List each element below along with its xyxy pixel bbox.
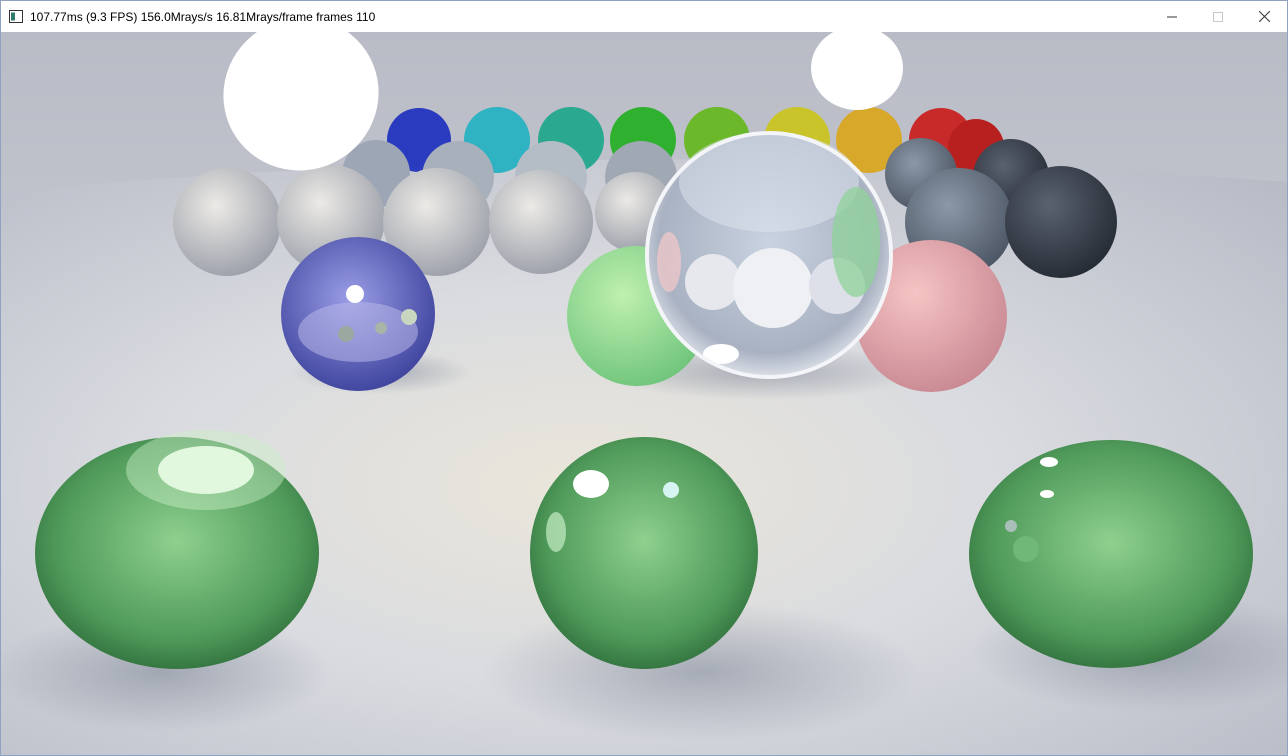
- blue-glass-sphere: [281, 237, 435, 391]
- app-window: 107.77ms (9.3 FPS) 156.0Mrays/s 16.81Mra…: [0, 0, 1288, 756]
- close-icon: [1258, 11, 1270, 22]
- front-center-green-glass: [530, 437, 758, 669]
- minimize-button[interactable]: [1149, 1, 1195, 32]
- raytraced-scene: [1, 32, 1287, 755]
- close-button[interactable]: [1241, 1, 1287, 32]
- title-bar[interactable]: 107.77ms (9.3 FPS) 156.0Mrays/s 16.81Mra…: [1, 1, 1287, 32]
- front-right-green-glass: [969, 440, 1253, 668]
- maximize-button[interactable]: [1195, 1, 1241, 32]
- maximize-icon: [1213, 11, 1223, 22]
- minimize-icon: [1167, 16, 1177, 17]
- window-title: 107.77ms (9.3 FPS) 156.0Mrays/s 16.81Mra…: [30, 9, 376, 24]
- render-viewport[interactable]: [1, 32, 1287, 755]
- window-app-icon[interactable]: [8, 9, 24, 25]
- clear-glass-sphere: [645, 131, 893, 379]
- window-controls: [1149, 1, 1287, 32]
